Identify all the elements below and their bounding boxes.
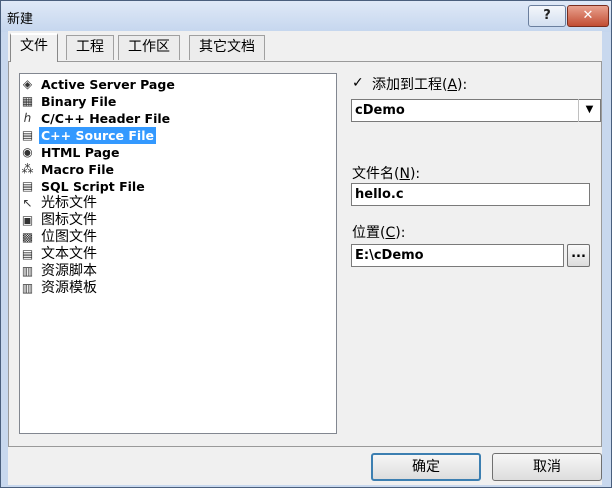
- list-item-label: 位图文件: [41, 229, 97, 245]
- icon-file-icon: ▣: [21, 213, 34, 227]
- list-item-label: Binary File: [41, 94, 117, 109]
- bitmap-file-icon: ▩: [21, 230, 34, 244]
- project-combobox[interactable]: cDemo: [351, 99, 601, 122]
- browse-button[interactable]: ...: [567, 244, 590, 267]
- location-input-value: E:\cDemo: [355, 248, 424, 263]
- filename-input[interactable]: hello.c: [351, 183, 590, 206]
- filename-text: 文件名: [352, 166, 394, 182]
- paren: ):: [457, 77, 468, 93]
- list-item-label: C++ Source File: [39, 127, 156, 144]
- resource-script-icon: ▥: [21, 264, 34, 278]
- tab-projects[interactable]: 工程: [66, 35, 114, 60]
- location-input[interactable]: E:\cDemo: [351, 244, 564, 267]
- list-item-label: SQL Script File: [41, 179, 145, 194]
- tab-other-documents[interactable]: 其它文档: [189, 35, 265, 60]
- cursor-file-icon: ↖: [22, 196, 33, 210]
- list-item-label: Active Server Page: [41, 77, 175, 92]
- list-item-label: Macro File: [41, 162, 114, 177]
- add-to-project-text: 添加到工程: [372, 77, 442, 93]
- accel-key: C: [385, 225, 396, 241]
- text-file-icon: ▤: [21, 247, 34, 261]
- tab-files[interactable]: 文件: [10, 33, 58, 62]
- close-button[interactable]: ✕: [567, 5, 609, 27]
- cpp-source-file-icon: ▤: [21, 128, 34, 142]
- title-bar[interactable]: 新建 ? ✕: [1, 1, 611, 32]
- filename-input-value: hello.c: [355, 187, 404, 202]
- add-to-project-checkbox[interactable]: ✓: [352, 76, 366, 90]
- macro-file-icon: ⁂: [21, 162, 34, 176]
- cancel-button[interactable]: 取消: [492, 453, 602, 481]
- sql-script-icon: ▤: [21, 179, 34, 193]
- add-to-project-label: 添加到工程(A):: [372, 74, 467, 94]
- html-page-icon: ◉: [22, 145, 33, 159]
- filename-label: 文件名(N):: [352, 163, 420, 183]
- ok-button[interactable]: 确定: [371, 453, 481, 481]
- list-item-label: C/C++ Header File: [41, 111, 171, 126]
- help-button[interactable]: ?: [528, 5, 566, 27]
- list-item-label: 资源脚本: [41, 263, 97, 279]
- window-title: 新建: [7, 12, 34, 27]
- list-item-label: 资源模板: [41, 280, 97, 296]
- list-item-label: HTML Page: [41, 145, 120, 160]
- location-text: 位置: [352, 225, 380, 241]
- list-item-label: 图标文件: [41, 212, 97, 228]
- accel-key: N: [399, 166, 410, 182]
- chevron-down-icon[interactable]: ▼: [578, 99, 600, 122]
- tab-workspace[interactable]: 工作区: [118, 35, 180, 60]
- paren: ):: [409, 166, 421, 182]
- accel-key: A: [447, 77, 458, 93]
- paren: ):: [395, 225, 406, 241]
- resource-template-icon: ▥: [21, 281, 34, 295]
- binary-file-icon: ▦: [21, 94, 34, 108]
- asp-file-icon: ◈: [22, 77, 33, 91]
- header-file-icon: ℎ: [23, 111, 32, 125]
- project-combobox-value: cDemo: [355, 103, 405, 118]
- list-item-label: 光标文件: [41, 195, 97, 211]
- location-label: 位置(C):: [352, 222, 405, 242]
- file-type-list[interactable]: ◈ Active Server Page ▦ Binary File ℎ C/C++ He…: [19, 73, 337, 434]
- tab-divider: [8, 61, 602, 62]
- list-item-label: 文本文件: [41, 246, 97, 262]
